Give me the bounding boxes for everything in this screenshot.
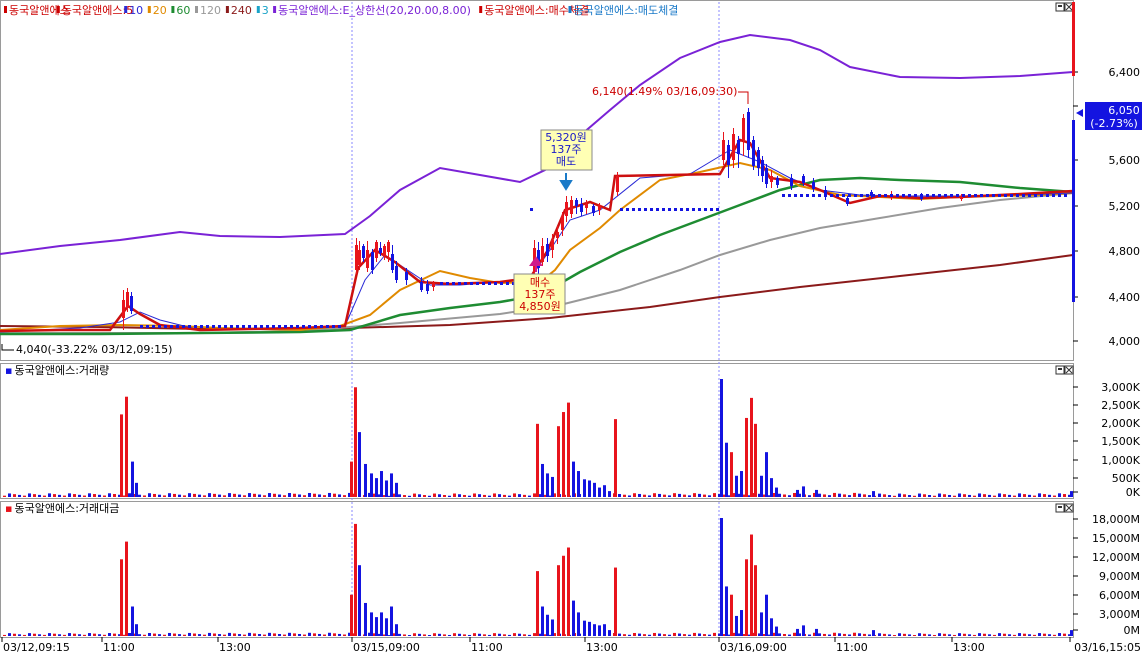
price-tick: 5,200: [1109, 200, 1141, 213]
annotations: 6,140(1.49% 03/16,09:30) 4,040(-33.22% 0…: [1, 85, 749, 356]
time-tick: 03/15,09:00: [353, 641, 420, 654]
time-tick: 11:00: [471, 641, 503, 654]
legend-item: 240: [231, 4, 252, 17]
amount-tick: 3,000M: [1099, 608, 1140, 621]
price-tick: 4,800: [1109, 245, 1141, 258]
legend-item: 20: [153, 4, 167, 17]
amount-tick: 6,000M: [1099, 589, 1140, 602]
time-tick: 03/16,15:05: [1074, 641, 1141, 654]
price-tick: 6,400: [1109, 66, 1141, 79]
time-tick: 13:00: [953, 641, 985, 654]
legend-item: 동국알앤에스:매도체결: [574, 3, 679, 17]
volume-bars: [3, 379, 1073, 497]
amount-axis: 18,000M 15,000M 12,000M 9,000M 6,000M 3,000M 0…: [1073, 513, 1140, 637]
price-tick: 5,600: [1109, 154, 1141, 167]
low-price-label: 4,040(-33.22% 03/12,09:15): [16, 343, 172, 356]
amount-tick: 15,000M: [1092, 532, 1140, 545]
legend-item: 3: [262, 4, 269, 17]
high-price-label: 6,140(1.49% 03/16,09:30): [592, 85, 737, 98]
legend-item: 120: [200, 4, 221, 17]
svg-text:4,850원: 4,850원: [519, 300, 561, 313]
time-tick: 13:00: [586, 641, 618, 654]
sell-arrow-icon: [559, 173, 573, 191]
amount-tick: 18,000M: [1092, 513, 1140, 526]
volume-title: ▪ 동국알앤에스:거래량: [5, 363, 109, 377]
sell-marker: 5,320원 137주 매도: [540, 129, 593, 191]
volume-tick: 3,000K: [1101, 381, 1140, 394]
time-tick: 11:00: [103, 641, 135, 654]
amount-title: ▪ 동국알앤에스:거래대금: [5, 501, 119, 515]
volume-panel-buttons: [1055, 365, 1074, 375]
amount-tick: 9,000M: [1099, 570, 1140, 583]
volume-tick: 0K: [1126, 486, 1141, 499]
price-tick: 4,000: [1109, 335, 1141, 348]
volume-tick: 2,000K: [1101, 417, 1140, 430]
time-tick: 13:00: [219, 641, 251, 654]
amount-tick: 12,000M: [1092, 551, 1140, 564]
amount-tick: 0M: [1124, 624, 1141, 637]
current-price: 6,050: [1108, 104, 1140, 117]
legend-item: 동국알앤에스:E_상한선(20,20.00,8.00): [278, 3, 471, 17]
legend-item: 60: [176, 4, 190, 17]
time-tick: 11:00: [836, 641, 868, 654]
time-axis: 03/12,09:15 11:00 13:00 03/15,09:00 11:00 13:…: [1, 637, 1141, 654]
current-change: (-2.73%): [1090, 117, 1138, 130]
svg-text:매도: 매도: [556, 155, 576, 168]
legend-item: 10: [129, 4, 143, 17]
volume-axis: 3,000K 2,500K 2,000K 1,500K 1,000K 500K0K: [1073, 381, 1141, 499]
volume-tick: 500K: [1112, 472, 1141, 485]
amount-bars: [3, 518, 1073, 636]
volume-tick: 1,000K: [1101, 454, 1140, 467]
volume-tick: 1,500K: [1101, 435, 1140, 448]
time-tick: 03/16,09:00: [720, 641, 787, 654]
time-tick: 03/12,09:15: [3, 641, 70, 654]
price-pointer-icon: [1076, 109, 1083, 117]
chart-window: 동국알앤에스 동국알앤에스:5 10 20 60 120 240 3 동국알앤에스:E_상한선(…: [0, 0, 1143, 655]
price-legend: 동국알앤에스동국알앤에스:510 20 60 120 240 3 동국알앤에스:E_상한선(…: [4, 3, 678, 17]
price-tick: 4,400: [1109, 291, 1141, 304]
legend-item: 동국알앤에스:5: [62, 3, 133, 17]
volume-tick: 2,500K: [1101, 399, 1140, 412]
stock-chart[interactable]: 동국알앤에스동국알앤에스:510 20 60 120 240 3 동국알앤에스:E_상한선(…: [0, 0, 1143, 655]
legend-item: 동국알앤에스: [9, 3, 70, 17]
price-panel-buttons: [1055, 2, 1074, 12]
amount-panel-buttons: [1055, 503, 1074, 513]
